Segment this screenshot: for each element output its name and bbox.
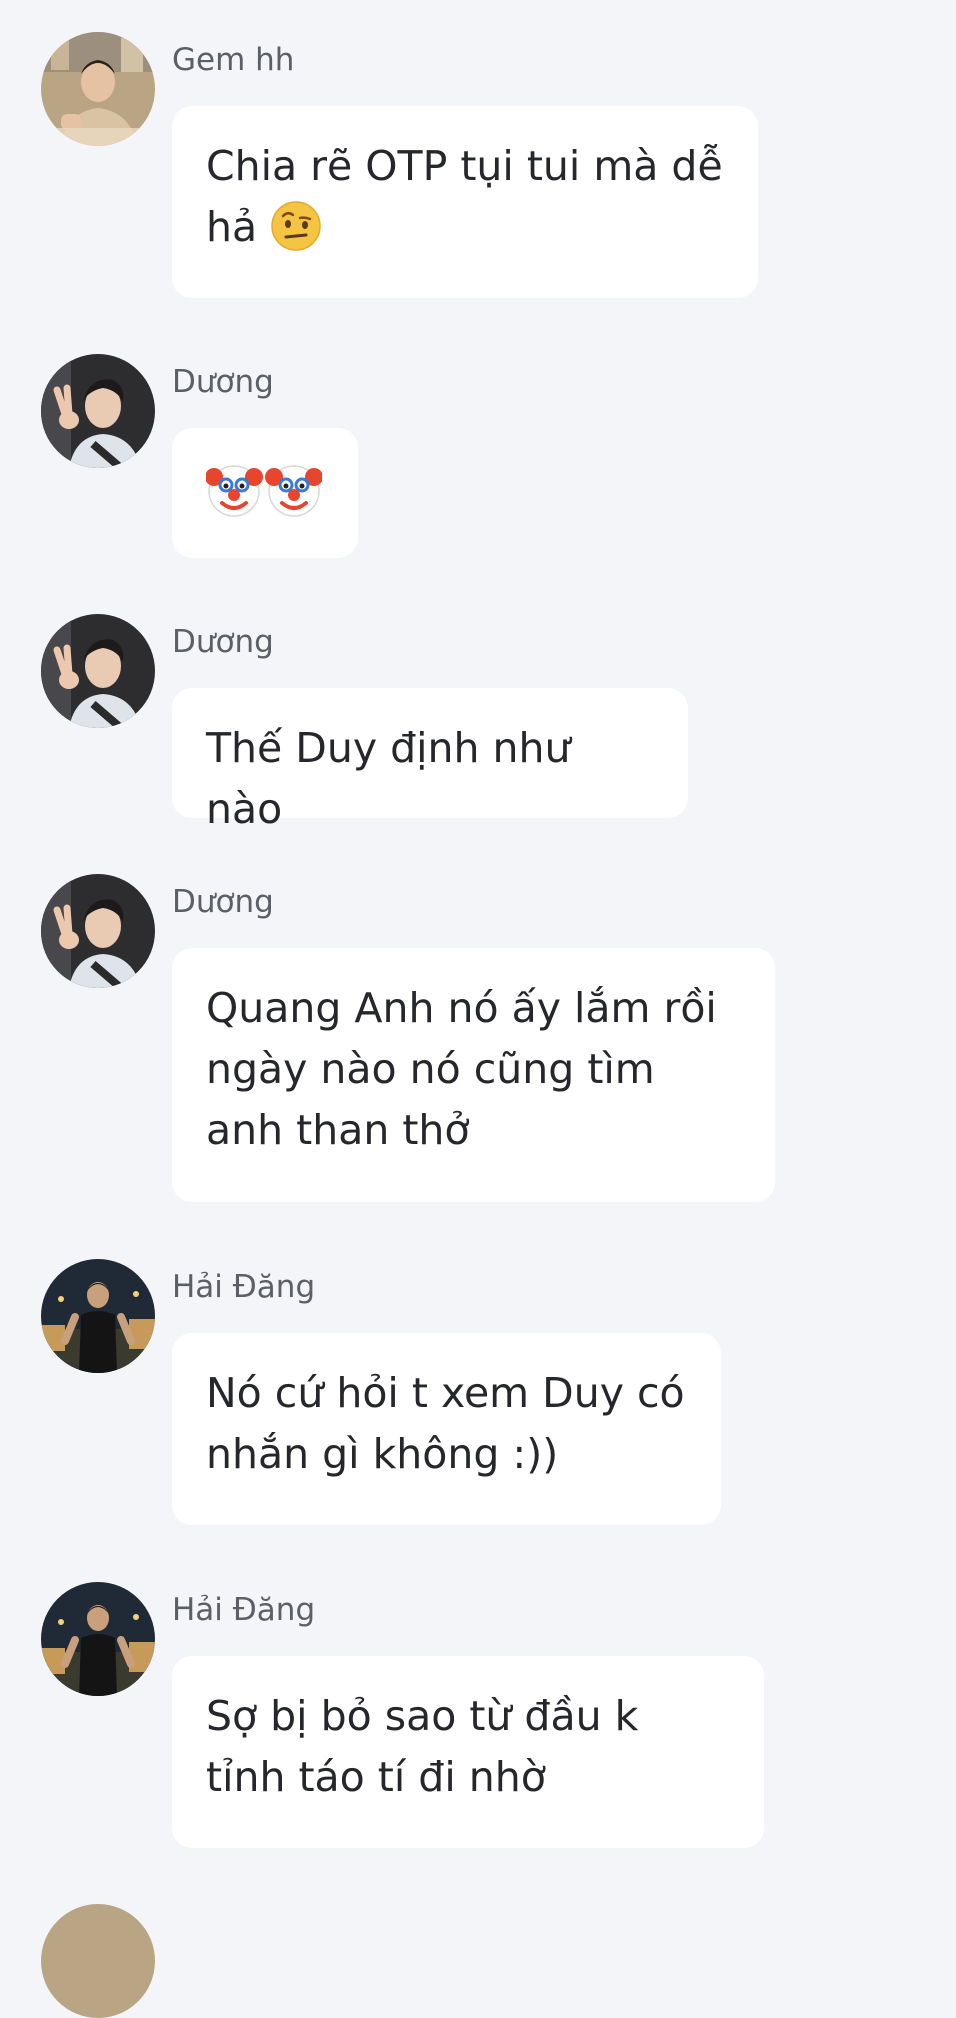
face-with-raised-eyebrow-icon xyxy=(270,200,322,252)
message-text: Nó cứ hỏi t xem Duy có nhắn gì không :)) xyxy=(206,1369,685,1478)
sender-name: Hải Đăng xyxy=(172,1269,316,1305)
message-text: Quang Anh nó ấy lắm rồi ngày nào nó cũng… xyxy=(206,984,717,1154)
user-photo-icon xyxy=(41,354,155,468)
user-photo-icon xyxy=(41,32,155,146)
user-photo-icon xyxy=(41,874,155,988)
sender-name: Dương xyxy=(172,884,274,920)
clown-face-icon xyxy=(206,459,322,519)
user-photo-icon xyxy=(41,614,155,728)
message-bubble[interactable]: Nó cứ hỏi t xem Duy có nhắn gì không :)) xyxy=(172,1333,721,1525)
message-text: Thế Duy định như nào xyxy=(206,724,571,833)
avatar[interactable] xyxy=(41,614,155,728)
avatar[interactable] xyxy=(41,1582,155,1696)
sender-name: Dương xyxy=(172,364,274,400)
avatar[interactable] xyxy=(41,1259,155,1373)
avatar[interactable] xyxy=(41,874,155,988)
message-bubble[interactable]: Quang Anh nó ấy lắm rồi ngày nào nó cũng… xyxy=(172,948,775,1202)
avatar[interactable] xyxy=(41,1904,155,2018)
message-text: Sợ bị bỏ sao từ đầu k tỉnh táo tí đi nhờ xyxy=(206,1692,639,1801)
user-photo-icon xyxy=(41,1582,155,1696)
user-photo-icon xyxy=(41,1259,155,1373)
message-bubble[interactable]: Thế Duy định như nào xyxy=(172,688,688,833)
sender-name: Hải Đăng xyxy=(172,1592,316,1628)
sender-name: Gem hh xyxy=(172,42,295,78)
message-bubble[interactable]: Chia rẽ OTP tụi tui mà dễ hả xyxy=(172,106,758,298)
sender-name: Dương xyxy=(172,624,274,660)
message-bubble[interactable] xyxy=(172,428,358,558)
message-bubble[interactable]: Sợ bị bỏ sao từ đầu k tỉnh táo tí đi nhờ xyxy=(172,1656,764,1848)
avatar[interactable] xyxy=(41,32,155,146)
avatar[interactable] xyxy=(41,354,155,468)
chat-screen: { "messages": [ { "sender": "Gem hh", "t… xyxy=(0,0,956,2018)
